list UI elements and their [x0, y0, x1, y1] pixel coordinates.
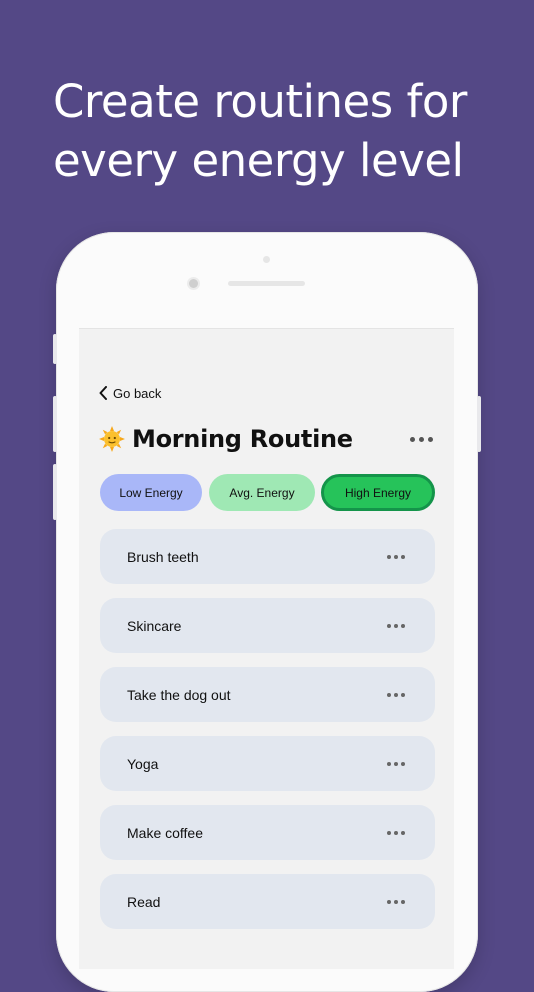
dot — [394, 761, 398, 766]
go-back-label: Go back — [113, 385, 162, 401]
dot — [387, 830, 391, 835]
task-item[interactable]: Make coffee — [100, 805, 435, 860]
dot — [428, 436, 433, 442]
headline: Create routines for every energy level — [53, 75, 467, 187]
low-energy-label: Low Energy — [119, 485, 183, 500]
dot — [401, 830, 405, 835]
task-item[interactable]: Take the dog out — [100, 667, 435, 722]
avg-energy-label: Avg. Energy — [229, 485, 295, 500]
task-label: Make coffee — [127, 824, 204, 841]
dot — [401, 899, 405, 904]
task-more-options-button[interactable] — [387, 899, 405, 904]
task-item[interactable]: Skincare — [100, 598, 435, 653]
routine-title: Morning Routine — [132, 425, 353, 453]
task-label: Yoga — [127, 755, 159, 772]
low-energy-chip[interactable]: Low Energy — [100, 474, 202, 511]
task-more-options-button[interactable] — [387, 623, 405, 628]
phone-sensor — [263, 256, 270, 263]
dot — [401, 692, 405, 697]
dot — [387, 623, 391, 628]
task-item[interactable]: Read — [100, 874, 435, 929]
dot — [394, 623, 398, 628]
avg-energy-chip[interactable]: Avg. Energy — [209, 474, 315, 511]
high-energy-chip[interactable]: High Energy — [321, 474, 435, 511]
task-more-options-button[interactable] — [387, 830, 405, 835]
task-item[interactable]: Yoga — [100, 736, 435, 791]
phone-power-button — [477, 396, 481, 452]
dot — [401, 554, 405, 559]
dot — [394, 899, 398, 904]
phone-side-button — [53, 334, 57, 364]
dot — [387, 554, 391, 559]
task-more-options-button[interactable] — [387, 761, 405, 766]
dot — [387, 692, 391, 697]
phone-volume-down-button — [53, 464, 57, 520]
app-screen: Go back Morning Routine Low Energy Avg. … — [79, 328, 454, 969]
phone-speaker — [228, 281, 305, 286]
task-label: Take the dog out — [127, 686, 231, 703]
task-more-options-button[interactable] — [387, 554, 405, 559]
task-label: Brush teeth — [127, 548, 199, 565]
routine-header: Morning Routine — [99, 421, 435, 457]
dot — [394, 692, 398, 697]
task-label: Skincare — [127, 617, 182, 634]
task-item[interactable]: Brush teeth — [100, 529, 435, 584]
dot — [410, 436, 415, 442]
dot — [419, 436, 424, 442]
task-label: Read — [127, 893, 161, 910]
phone-camera — [189, 279, 198, 288]
dot — [394, 554, 398, 559]
dot — [387, 899, 391, 904]
dot — [387, 761, 391, 766]
task-more-options-button[interactable] — [387, 692, 405, 697]
dot — [401, 623, 405, 628]
high-energy-label: High Energy — [344, 485, 412, 500]
dot — [401, 761, 405, 766]
sun-face-icon — [99, 426, 125, 452]
go-back-button[interactable]: Go back — [99, 385, 161, 401]
chevron-left-icon — [99, 386, 107, 400]
task-list: Brush teeth Skincare Take the dog out Yo… — [100, 529, 435, 943]
dot — [394, 830, 398, 835]
routine-more-options-button[interactable] — [410, 436, 433, 442]
phone-volume-up-button — [53, 396, 57, 452]
